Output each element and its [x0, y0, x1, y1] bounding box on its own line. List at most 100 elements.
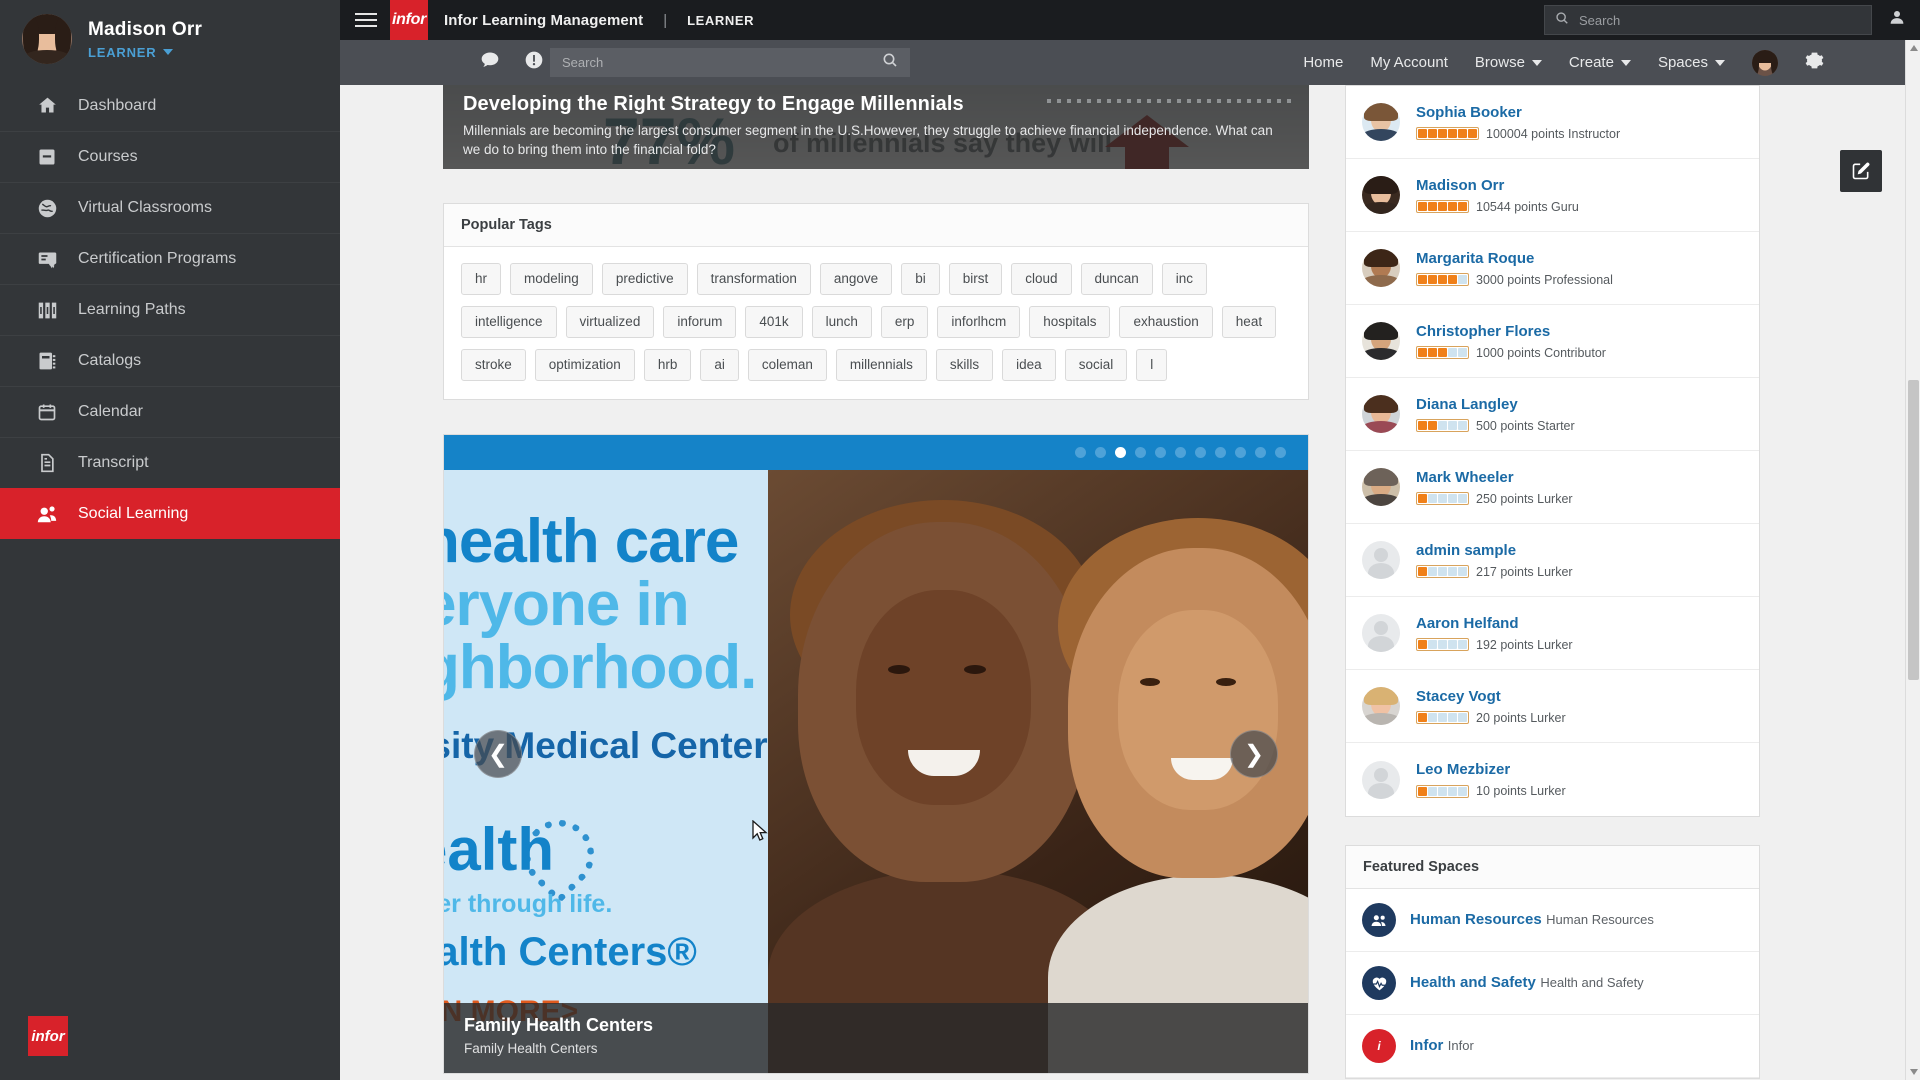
carousel-dot[interactable] — [1255, 447, 1266, 458]
person-name[interactable]: Mark Wheeler — [1416, 469, 1514, 486]
tag-item[interactable]: erp — [880, 306, 929, 338]
carousel-dot[interactable] — [1235, 447, 1246, 458]
person-name[interactable]: Madison Orr — [1416, 177, 1504, 194]
carousel-dot[interactable] — [1155, 447, 1166, 458]
tag-item[interactable]: coleman — [747, 349, 827, 381]
content-search-input[interactable] — [562, 55, 882, 70]
carousel-dot[interactable] — [1175, 447, 1186, 458]
tag-item[interactable]: optimization — [534, 349, 635, 381]
list-item[interactable]: Madison Orr 10544 points Guru — [1346, 159, 1759, 232]
tag-item[interactable]: stroke — [461, 349, 526, 381]
tag-item[interactable]: idea — [1002, 349, 1056, 381]
sidebar-item-social-learning[interactable]: Social Learning — [0, 488, 340, 539]
list-item[interactable]: Health and Safety Health and Safety — [1346, 952, 1759, 1015]
global-search-input[interactable] — [1579, 12, 1861, 28]
tag-item[interactable]: cloud — [1011, 263, 1072, 295]
person-name[interactable]: Diana Langley — [1416, 396, 1518, 413]
scrollbar-thumb[interactable] — [1908, 380, 1919, 680]
global-search[interactable] — [1544, 5, 1872, 35]
list-item[interactable]: Aaron Helfand 192 points Lurker — [1346, 597, 1759, 670]
tag-item[interactable]: duncan — [1080, 263, 1153, 295]
tag-item[interactable]: modeling — [510, 263, 593, 295]
vertical-scrollbar[interactable] — [1905, 40, 1920, 1080]
sidebar-item-courses[interactable]: Courses — [0, 131, 340, 182]
tag-item[interactable]: virtualized — [565, 306, 655, 338]
person-name[interactable]: Margarita Roque — [1416, 250, 1534, 267]
carousel-prev-button[interactable]: ❮ — [474, 730, 522, 778]
scroll-up-button[interactable] — [1906, 40, 1920, 56]
list-item[interactable]: Sophia Booker 100004 points Instructor — [1346, 86, 1759, 159]
tag-item[interactable]: hrb — [643, 349, 692, 381]
nav-link-my-account[interactable]: My Account — [1370, 54, 1448, 71]
sidebar-item-calendar[interactable]: Calendar — [0, 386, 340, 437]
tag-item[interactable]: inc — [1161, 263, 1208, 295]
hamburger-menu-icon[interactable] — [352, 9, 382, 31]
sidebar-item-certification-programs[interactable]: Certification Programs — [0, 233, 340, 284]
sidebar-item-transcript[interactable]: Transcript — [0, 437, 340, 488]
scroll-down-button[interactable] — [1906, 1064, 1920, 1080]
tag-item[interactable]: 401k — [745, 306, 803, 338]
tag-item[interactable]: angove — [819, 263, 893, 295]
tag-item[interactable]: millennials — [835, 349, 927, 381]
sidebar-item-learning-paths[interactable]: Learning Paths — [0, 284, 340, 335]
carousel-dot[interactable] — [1135, 447, 1146, 458]
carousel-next-button[interactable]: ❯ — [1230, 730, 1278, 778]
sidebar-item-virtual-classrooms[interactable]: Virtual Classrooms — [0, 182, 340, 233]
sidebar-item-catalogs[interactable]: Catalogs — [0, 335, 340, 386]
person-name[interactable]: Aaron Helfand — [1416, 615, 1519, 632]
tag-item[interactable]: lunch — [811, 306, 872, 338]
carousel-dot[interactable] — [1275, 447, 1286, 458]
featured-article-banner[interactable]: 77% of millennials say they will Develop… — [443, 85, 1309, 169]
tag-item[interactable]: birst — [948, 263, 1003, 295]
compose-button[interactable] — [1840, 150, 1882, 192]
list-item[interactable]: Human Resources Human Resources — [1346, 889, 1759, 952]
person-name[interactable]: Christopher Flores — [1416, 323, 1550, 340]
tag-item[interactable]: inforum — [663, 306, 737, 338]
tag-item[interactable]: skills — [935, 349, 994, 381]
tag-item[interactable]: bi — [901, 263, 940, 295]
carousel-dot[interactable] — [1075, 447, 1086, 458]
space-name[interactable]: Infor — [1410, 1037, 1443, 1054]
tag-item[interactable]: heat — [1221, 306, 1277, 338]
list-item[interactable]: i Infor Infor — [1346, 1015, 1759, 1078]
space-name[interactable]: Human Resources — [1410, 911, 1542, 928]
list-item[interactable]: Mark Wheeler 250 points Lurker — [1346, 451, 1759, 524]
carousel-dot[interactable] — [1195, 447, 1206, 458]
nav-link-home[interactable]: Home — [1303, 54, 1343, 71]
content-search[interactable] — [550, 48, 910, 77]
tag-item[interactable]: predictive — [601, 263, 688, 295]
list-item[interactable]: Margarita Roque 3000 points Professional — [1346, 232, 1759, 305]
user-account-icon[interactable] — [1888, 8, 1906, 31]
carousel-dot[interactable] — [1215, 447, 1226, 458]
tag-item[interactable]: intelligence — [461, 306, 557, 338]
nav-avatar[interactable] — [1752, 49, 1778, 76]
list-item[interactable]: Christopher Flores 1000 points Contribut… — [1346, 305, 1759, 378]
gear-icon[interactable] — [1805, 51, 1824, 74]
carousel-dot-active[interactable] — [1115, 447, 1126, 458]
nav-link-create[interactable]: Create — [1569, 54, 1631, 71]
person-name[interactable]: Leo Mezbizer — [1416, 761, 1510, 778]
sidebar-item-dashboard[interactable]: Dashboard — [0, 80, 340, 131]
search-icon[interactable] — [882, 52, 898, 73]
nav-link-spaces[interactable]: Spaces — [1658, 54, 1725, 71]
tag-item[interactable]: ai — [700, 349, 739, 381]
sidebar-profile[interactable]: Madison Orr LEARNER — [0, 0, 340, 78]
comments-icon[interactable] — [480, 50, 500, 75]
person-name[interactable]: Sophia Booker — [1416, 104, 1522, 121]
carousel-dot[interactable] — [1095, 447, 1106, 458]
person-name[interactable]: admin sample — [1416, 542, 1516, 559]
list-item[interactable]: Stacey Vogt 20 points Lurker — [1346, 670, 1759, 743]
list-item[interactable]: Diana Langley 500 points Starter — [1346, 378, 1759, 451]
tag-item[interactable]: hr — [461, 263, 502, 295]
tag-item[interactable]: hospitals — [1029, 306, 1111, 338]
tag-item[interactable]: exhaustion — [1119, 306, 1213, 338]
notifications-icon[interactable] — [524, 50, 544, 75]
tag-item[interactable]: l — [1136, 349, 1168, 381]
tag-item[interactable]: inforlhcm — [937, 306, 1021, 338]
list-item[interactable]: admin sample 217 points Lurker — [1346, 524, 1759, 597]
sidebar-role-selector[interactable]: LEARNER — [88, 45, 202, 60]
list-item[interactable]: Leo Mezbizer 10 points Lurker — [1346, 743, 1759, 816]
tag-item[interactable]: social — [1064, 349, 1128, 381]
person-name[interactable]: Stacey Vogt — [1416, 688, 1501, 705]
nav-link-browse[interactable]: Browse — [1475, 54, 1542, 71]
